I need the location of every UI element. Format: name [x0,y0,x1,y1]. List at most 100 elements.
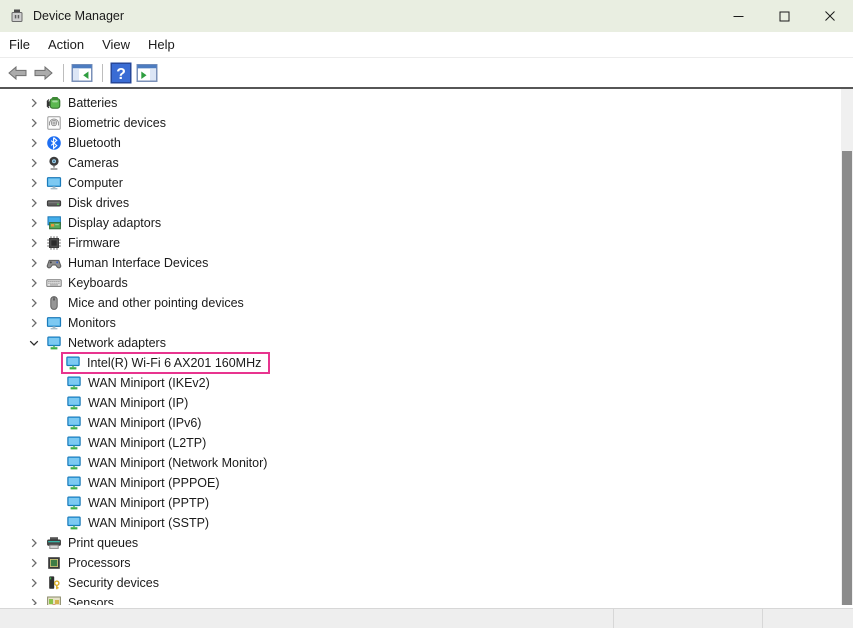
close-button[interactable] [807,0,853,32]
mouse-icon [46,295,62,311]
help-button[interactable]: ? [109,62,133,84]
tree-item-security-devices[interactable]: Security devices [0,573,853,593]
chevron-right-icon[interactable] [26,195,42,211]
tree-item-bluetooth[interactable]: Bluetooth [0,133,853,153]
chevron-right-icon[interactable] [26,95,42,111]
vertical-scrollbar[interactable] [841,89,853,605]
chevron-down-icon[interactable] [26,335,42,351]
chevron-right-icon[interactable] [26,295,42,311]
tree-item-wan-miniport-pppoe[interactable]: WAN Miniport (PPPOE) [0,473,853,493]
tree-item-print-queues[interactable]: Print queues [0,533,853,553]
chevron-right-icon[interactable] [26,235,42,251]
tree-item-keyboards[interactable]: Keyboards [0,273,853,293]
tree-item-wan-miniport-pptp[interactable]: WAN Miniport (PPTP) [0,493,853,513]
tree-item-label: WAN Miniport (IPv6) [88,416,201,430]
tree-item-disk-drives[interactable]: Disk drives [0,193,853,213]
tree-item-label: Disk drives [68,196,129,210]
chevron-right-icon[interactable] [26,575,42,591]
tree-item-label: WAN Miniport (PPTP) [88,496,209,510]
tree-item-network-adapters[interactable]: Network adapters [0,333,853,353]
chevron-right-icon[interactable] [26,175,42,191]
tree-item-label: Processors [68,556,131,570]
back-button[interactable] [5,62,29,84]
show-console-tree-button[interactable] [70,62,94,84]
tree-item-mice-and-other-pointing-devices[interactable]: Mice and other pointing devices [0,293,853,313]
window-controls [715,0,853,32]
tree-item-wan-miniport-l2tp[interactable]: WAN Miniport (L2TP) [0,433,853,453]
back-arrow-icon [7,65,28,81]
disk-drive-icon [46,195,62,211]
tree-item-monitors[interactable]: Monitors [0,313,853,333]
chevron-right-icon[interactable] [26,255,42,271]
tree-item-human-interface-devices[interactable]: Human Interface Devices [0,253,853,273]
toolbar: ? [0,58,853,87]
network-device-icon [66,495,82,511]
tree-item-wan-miniport-ikev2[interactable]: WAN Miniport (IKEv2) [0,373,853,393]
forward-arrow-icon [33,65,54,81]
toolbar-separator [102,64,103,82]
keyboard-icon [46,275,62,291]
chevron-right-icon[interactable] [26,155,42,171]
title-bar: Device Manager [0,0,853,32]
menu-file[interactable]: File [0,32,39,57]
device-manager-window: Device Manager File Action View Help ? B… [0,0,853,628]
tree-item-wan-miniport-network-monitor[interactable]: WAN Miniport (Network Monitor) [0,453,853,473]
action-pane-button[interactable] [135,62,159,84]
tree-item-wan-miniport-ipv6[interactable]: WAN Miniport (IPv6) [0,413,853,433]
chevron-right-icon[interactable] [26,215,42,231]
menu-action[interactable]: Action [39,32,93,57]
fingerprint-icon [46,115,62,131]
chevron-right-icon[interactable] [26,595,42,605]
tree-item-wan-miniport-sstp[interactable]: WAN Miniport (SSTP) [0,513,853,533]
bluetooth-icon [46,135,62,151]
chevron-right-icon[interactable] [26,115,42,131]
sensor-icon [46,595,62,605]
tree-item-computer[interactable]: Computer [0,173,853,193]
display-adapter-icon [46,215,62,231]
strip-divider [613,609,614,628]
tree-item-intel-r-wi-fi-6-ax201-160mhz[interactable]: Intel(R) Wi-Fi 6 AX201 160MHz [0,353,853,373]
tree-item-label: WAN Miniport (Network Monitor) [88,456,267,470]
tree-item-label: WAN Miniport (L2TP) [88,436,206,450]
tree-item-processors[interactable]: Processors [0,553,853,573]
tree-item-cameras[interactable]: Cameras [0,153,853,173]
network-device-icon [66,475,82,491]
network-device-icon [66,455,82,471]
menu-view[interactable]: View [93,32,139,57]
tree-item-label: WAN Miniport (IP) [88,396,188,410]
tree-item-biometric-devices[interactable]: Biometric devices [0,113,853,133]
toolbar-separator [63,64,64,82]
tree-item-label: WAN Miniport (SSTP) [88,516,209,530]
action-pane-icon [135,61,159,85]
chevron-right-icon[interactable] [26,535,42,551]
tree-item-label: Mice and other pointing devices [68,296,244,310]
tree-item-label: Display adaptors [68,216,161,230]
chevron-right-icon[interactable] [26,315,42,331]
console-tree-icon [70,61,94,85]
tree-item-wan-miniport-ip[interactable]: WAN Miniport (IP) [0,393,853,413]
menu-help[interactable]: Help [139,32,184,57]
tree-item-label: Biometric devices [68,116,166,130]
chevron-right-icon[interactable] [26,135,42,151]
security-key-icon [46,575,62,591]
chevron-right-icon[interactable] [26,555,42,571]
tree-item-batteries[interactable]: Batteries [0,93,853,113]
tree-item-label: Human Interface Devices [68,256,208,270]
tree-item-sensors[interactable]: Sensors [0,593,853,605]
gamepad-icon [46,255,62,271]
tree-item-display-adaptors[interactable]: Display adaptors [0,213,853,233]
tree-item-firmware[interactable]: Firmware [0,233,853,253]
chevron-right-icon[interactable] [26,275,42,291]
firmware-chip-icon [46,235,62,251]
forward-button[interactable] [31,62,55,84]
printer-icon [46,535,62,551]
tree-item-label: Intel(R) Wi-Fi 6 AX201 160MHz [87,356,261,370]
device-manager-icon [9,8,25,24]
maximize-button[interactable] [761,0,807,32]
tree-item-label: Firmware [68,236,120,250]
tree-item-label: WAN Miniport (PPPOE) [88,476,220,490]
tree-item-label: Computer [68,176,123,190]
tree-item-label: Network adapters [68,336,166,350]
minimize-button[interactable] [715,0,761,32]
scrollbar-thumb[interactable] [842,151,852,605]
